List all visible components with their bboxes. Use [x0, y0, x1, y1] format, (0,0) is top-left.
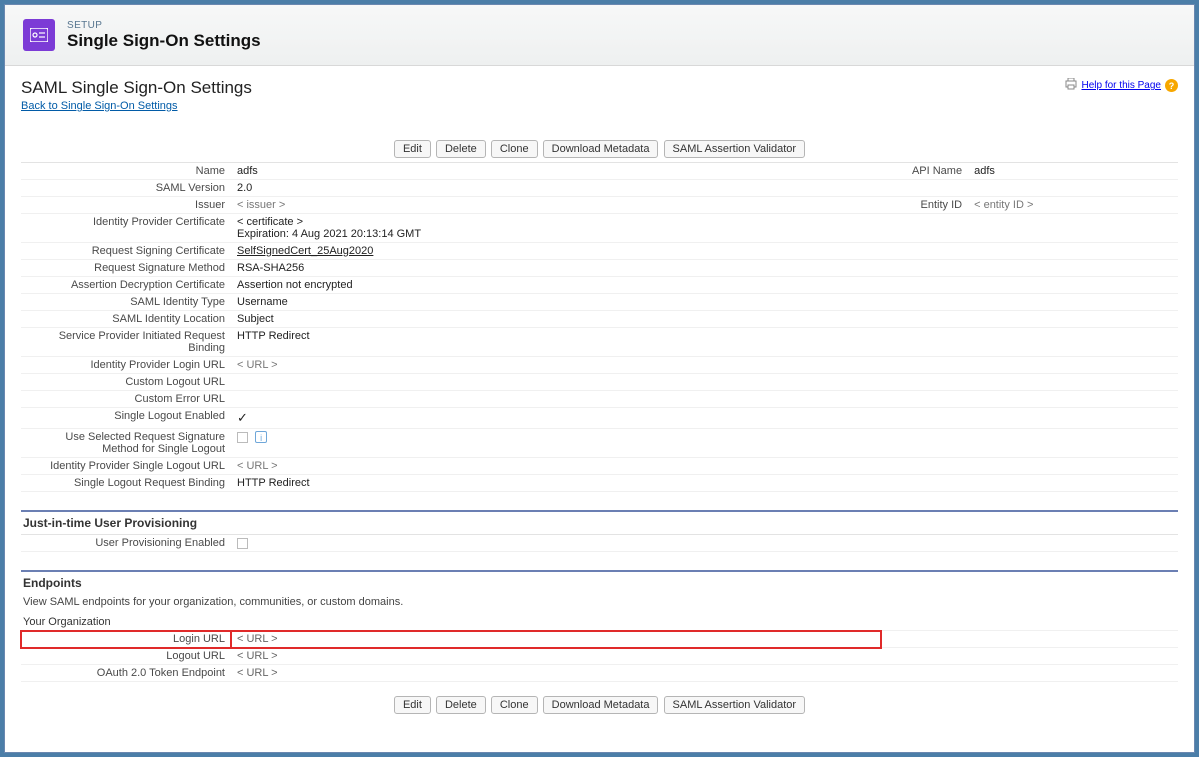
value-ident-loc: Subject	[231, 311, 808, 328]
setup-icon	[23, 19, 55, 51]
endpoints-your-org: Your Organization	[21, 614, 1178, 631]
value-idp-cert-line2: Expiration: 4 Aug 2021 20:13:14 GMT	[237, 228, 802, 240]
value-name: adfs	[231, 163, 808, 180]
label-req-sign-cert: Request Signing Certificate	[21, 243, 231, 260]
button-bar-top: Edit Delete Clone Download Metadata SAML…	[21, 140, 1178, 158]
endpoints-sub: View SAML endpoints for your organizatio…	[21, 594, 1178, 614]
value-idp-login-url: < URL >	[231, 357, 808, 374]
label-idp-cert: Identity Provider Certificate	[21, 214, 231, 243]
label-idp-slo-url: Identity Provider Single Logout URL	[21, 458, 231, 475]
value-idp-cert-line1: < certificate >	[237, 216, 802, 228]
label-custom-error-url: Custom Error URL	[21, 391, 231, 408]
edit-button[interactable]: Edit	[394, 696, 431, 714]
label-entity-id: Entity ID	[808, 197, 968, 214]
info-icon[interactable]: i	[255, 431, 267, 443]
delete-button[interactable]: Delete	[436, 140, 486, 158]
value-assert-dec-cert: Assertion not encrypted	[231, 277, 808, 294]
edit-button[interactable]: Edit	[394, 140, 431, 158]
label-login-url: Login URL	[21, 631, 231, 648]
value-sp-req-binding: HTTP Redirect	[231, 328, 808, 357]
label-custom-logout-url: Custom Logout URL	[21, 374, 231, 391]
label-req-sig-method: Request Signature Method	[21, 260, 231, 277]
label-ident-type: SAML Identity Type	[21, 294, 231, 311]
label-saml-version: SAML Version	[21, 180, 231, 197]
label-issuer: Issuer	[21, 197, 231, 214]
page-title: SAML Single Sign-On Settings	[21, 78, 252, 98]
provisioning-table: User Provisioning Enabled	[21, 534, 1178, 552]
clone-button[interactable]: Clone	[491, 696, 538, 714]
download-metadata-button[interactable]: Download Metadata	[543, 140, 659, 158]
value-logout-url: < URL >	[231, 648, 881, 665]
printer-icon[interactable]	[1064, 78, 1078, 93]
value-req-sig-method: RSA-SHA256	[231, 260, 808, 277]
value-issuer: < issuer >	[231, 197, 808, 214]
section-jit-provisioning: Just-in-time User Provisioning	[21, 510, 1178, 534]
label-sp-req-binding: Service Provider Initiated Request Bindi…	[21, 328, 231, 357]
endpoints-table: Login URL < URL > Logout URL < URL > OAu…	[21, 631, 1178, 682]
value-idp-slo-url: < URL >	[231, 458, 808, 475]
label-logout-url: Logout URL	[21, 648, 231, 665]
check-icon: ✓	[237, 410, 248, 425]
download-metadata-button[interactable]: Download Metadata	[543, 696, 659, 714]
help-icon[interactable]: ?	[1165, 79, 1178, 92]
label-api-name: API Name	[808, 163, 968, 180]
value-saml-version: 2.0	[231, 180, 808, 197]
value-api-name: adfs	[968, 163, 1178, 180]
value-oauth-endpoint: < URL >	[231, 665, 881, 682]
back-to-settings-link[interactable]: Back to Single Sign-On Settings	[21, 100, 178, 112]
label-oauth-endpoint: OAuth 2.0 Token Endpoint	[21, 665, 231, 682]
label-idp-login-url: Identity Provider Login URL	[21, 357, 231, 374]
section-endpoints: Endpoints	[21, 570, 1178, 594]
value-slo-binding: HTTP Redirect	[231, 475, 808, 492]
help-link[interactable]: Help for this Page	[1082, 80, 1162, 91]
details-table: Name adfs API Name adfs SAML Version 2.0…	[21, 162, 1178, 492]
saml-validator-button[interactable]: SAML Assertion Validator	[664, 140, 806, 158]
value-use-sel-sig-method: i	[231, 429, 808, 458]
delete-button[interactable]: Delete	[436, 696, 486, 714]
header-eyebrow: SETUP	[67, 20, 261, 31]
value-custom-logout-url	[231, 374, 808, 391]
value-req-sign-cert[interactable]: SelfSignedCert_25Aug2020	[237, 245, 373, 257]
label-slo-binding: Single Logout Request Binding	[21, 475, 231, 492]
label-single-logout-enabled: Single Logout Enabled	[21, 408, 231, 429]
label-assert-dec-cert: Assertion Decryption Certificate	[21, 277, 231, 294]
value-custom-error-url	[231, 391, 808, 408]
checkbox-unchecked	[237, 432, 248, 443]
value-login-url: < URL >	[231, 631, 881, 648]
checkbox-unchecked	[237, 538, 248, 549]
value-ident-type: Username	[231, 294, 808, 311]
page-header: SETUP Single Sign-On Settings	[5, 5, 1194, 66]
clone-button[interactable]: Clone	[491, 140, 538, 158]
header-title: Single Sign-On Settings	[67, 31, 261, 51]
label-use-sel-sig-method: Use Selected Request Signature Method fo…	[21, 429, 231, 458]
button-bar-bottom: Edit Delete Clone Download Metadata SAML…	[21, 696, 1178, 714]
label-ident-loc: SAML Identity Location	[21, 311, 231, 328]
label-user-prov-enabled: User Provisioning Enabled	[21, 535, 231, 552]
value-entity-id: < entity ID >	[968, 197, 1178, 214]
label-name: Name	[21, 163, 231, 180]
saml-validator-button[interactable]: SAML Assertion Validator	[664, 696, 806, 714]
value-idp-cert: < certificate > Expiration: 4 Aug 2021 2…	[231, 214, 808, 243]
